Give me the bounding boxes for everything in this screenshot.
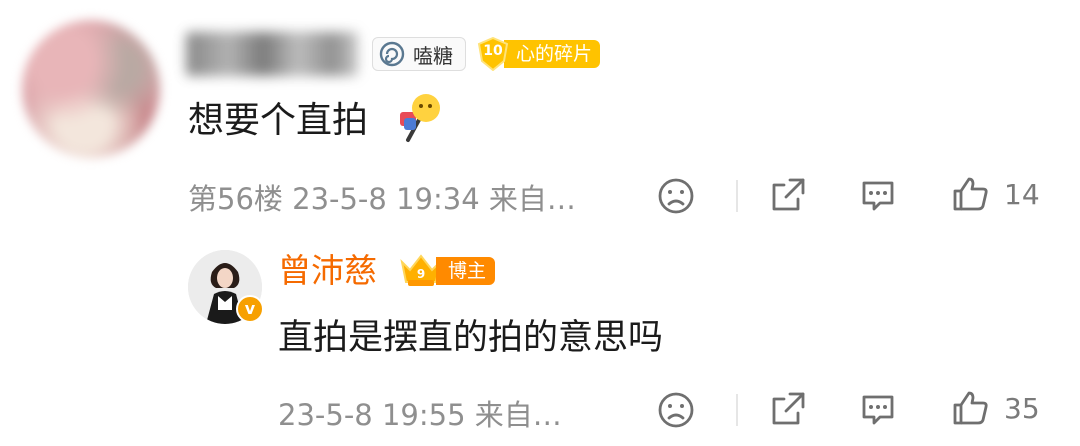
share-icon[interactable]	[768, 175, 808, 215]
reply-text: 直拍是摆直的拍的意思吗	[278, 318, 664, 358]
commenter-username-blurred[interactable]	[186, 32, 358, 76]
candy-badge[interactable]: 嗑糖	[372, 37, 466, 71]
comment-meta: 第56楼 23-5-8 19:34 来自…	[188, 182, 576, 216]
action-divider	[736, 394, 738, 426]
fan-level-badge[interactable]: 10 心的碎片	[476, 36, 601, 72]
reply-meta: 23-5-8 19:55 来自…	[278, 398, 562, 432]
action-divider	[736, 180, 738, 212]
share-icon[interactable]	[768, 389, 808, 429]
spiral-candy-icon	[379, 41, 405, 67]
blogger-username[interactable]: 曾沛慈	[278, 248, 377, 294]
verified-badge: v	[236, 295, 264, 323]
blogger-badge-label: 博主	[436, 257, 496, 285]
level-shield-icon: 10	[476, 36, 510, 72]
dislike-face-icon[interactable]	[656, 176, 696, 216]
like-count: 14	[1004, 178, 1040, 211]
level-badge-label: 心的碎片	[504, 40, 601, 68]
comment-icon[interactable]	[858, 389, 898, 429]
blogger-badge[interactable]: 9 博主	[398, 253, 496, 289]
candy-badge-label: 嗑糖	[413, 43, 453, 68]
crown-number: 9	[417, 267, 425, 281]
selfie-stick-emoji-icon	[400, 94, 440, 142]
comment-icon[interactable]	[858, 175, 898, 215]
dislike-face-icon[interactable]	[656, 390, 696, 430]
like-count: 35	[1004, 392, 1040, 425]
like-thumb-icon[interactable]	[950, 174, 990, 214]
like-thumb-icon[interactable]	[950, 388, 990, 428]
commenter-avatar[interactable]	[22, 20, 160, 158]
level-number: 10	[483, 43, 503, 59]
comment-text: 想要个直拍	[188, 100, 369, 141]
